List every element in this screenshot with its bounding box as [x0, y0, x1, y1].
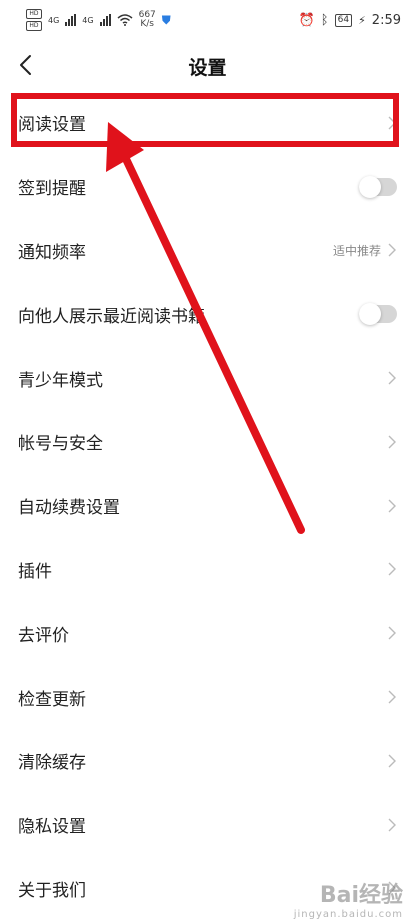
chevron-right-icon — [388, 499, 396, 513]
settings-row-label: 阅读设置 — [18, 115, 86, 136]
settings-row-label: 帐号与安全 — [18, 434, 103, 455]
settings-row-control — [387, 371, 397, 385]
toggle-switch[interactable] — [359, 175, 397, 198]
settings-row[interactable]: 青少年模式 — [0, 346, 415, 410]
chevron-right-icon — [388, 818, 396, 832]
toggle-knob — [359, 175, 381, 198]
settings-row-control — [387, 499, 397, 513]
back-arrow-icon — [20, 55, 31, 75]
charging-icon: ⚡ — [358, 13, 366, 27]
bluetooth-icon: ᛒ — [320, 12, 329, 28]
alarm-icon: ⏰ — [298, 12, 315, 28]
sim1-badge: HD — [26, 9, 42, 19]
settings-row-control — [359, 303, 397, 326]
settings-row[interactable]: 去评价 — [0, 601, 415, 665]
status-left: HD HD 4G 4G 667 K/s ⛊ — [26, 9, 171, 31]
settings-row-control — [387, 690, 397, 704]
chevron-right-icon — [388, 754, 396, 768]
battery-indicator: 64 — [334, 13, 353, 27]
settings-row[interactable]: 签到提醒 — [0, 155, 415, 219]
shield-icon: ⛊ — [161, 12, 171, 27]
settings-row-label: 检查更新 — [18, 689, 86, 710]
settings-row[interactable]: 自动续费设置 — [0, 474, 415, 538]
chevron-right-icon — [388, 243, 396, 257]
network-speed: 667 K/s — [139, 11, 156, 29]
back-button[interactable] — [14, 52, 36, 78]
settings-row-control — [387, 435, 397, 449]
settings-row-label: 自动续费设置 — [18, 498, 120, 519]
network-type-1: 4G — [48, 15, 60, 25]
settings-row-control — [387, 626, 397, 640]
settings-row[interactable]: 通知频率 适中推荐 — [0, 219, 415, 283]
settings-row-control — [387, 562, 397, 576]
chevron-right-icon — [388, 371, 396, 385]
settings-row[interactable]: 帐号与安全 — [0, 410, 415, 474]
status-right: ⏰ ᛒ 64 ⚡ 2:59 — [299, 13, 401, 28]
wifi-icon — [117, 14, 133, 26]
settings-row-label: 青少年模式 — [18, 370, 103, 391]
clock-time: 2:59 — [371, 12, 401, 28]
watermark-brand: Bai经验 — [319, 883, 403, 908]
speed-unit: K/s — [140, 19, 154, 29]
settings-row-label: 插件 — [18, 561, 52, 582]
toggle-switch[interactable] — [359, 303, 397, 326]
settings-row[interactable]: 检查更新 — [0, 665, 415, 729]
settings-row[interactable]: 向他人展示最近阅读书籍 — [0, 282, 415, 346]
app-header: 设置 — [0, 40, 415, 92]
sim2-badge: HD — [26, 21, 42, 31]
toggle-knob — [359, 303, 381, 326]
status-bar: HD HD 4G 4G 667 K/s ⛊ ⏰ ᛒ 64 ⚡ 2:59 — [0, 0, 415, 40]
settings-row-label: 隐私设置 — [18, 817, 86, 838]
settings-row[interactable]: 插件 — [0, 538, 415, 602]
watermark-url: jingyan.baidu.com — [293, 909, 403, 920]
settings-row[interactable]: 隐私设置 — [0, 793, 415, 857]
sim-indicators: HD HD — [26, 9, 42, 31]
settings-row-control: 适中推荐 — [333, 242, 397, 259]
chevron-right-icon — [388, 626, 396, 640]
settings-row-label: 关于我们 — [18, 880, 86, 901]
signal-icon — [65, 14, 77, 26]
baidu-watermark: Bai经验 jingyan.baidu.com — [294, 877, 403, 920]
chevron-right-icon — [388, 116, 396, 130]
chevron-right-icon — [388, 690, 396, 704]
page-title: 设置 — [188, 56, 227, 79]
settings-row[interactable]: 清除缓存 — [0, 729, 415, 793]
signal-icon-2 — [99, 14, 111, 26]
settings-row-control — [387, 818, 397, 832]
settings-row[interactable]: 阅读设置 — [0, 91, 415, 155]
chevron-right-icon — [388, 435, 396, 449]
settings-row-control — [359, 175, 397, 198]
settings-row-label: 通知频率 — [18, 242, 86, 263]
settings-row-label: 向他人展示最近阅读书籍 — [18, 306, 205, 327]
settings-row-value: 适中推荐 — [332, 243, 381, 258]
settings-row-label: 清除缓存 — [18, 753, 86, 774]
network-type-2: 4G — [82, 15, 94, 25]
settings-row-control — [387, 754, 397, 768]
settings-list: 阅读设置签到提醒通知频率 适中推荐向他人展示最近阅读书籍 青少年模式帐号与安全自动续… — [0, 91, 415, 920]
settings-row-label: 去评价 — [18, 625, 69, 646]
settings-row-control — [387, 116, 397, 130]
settings-row-label: 签到提醒 — [18, 179, 86, 200]
chevron-right-icon — [388, 562, 396, 576]
